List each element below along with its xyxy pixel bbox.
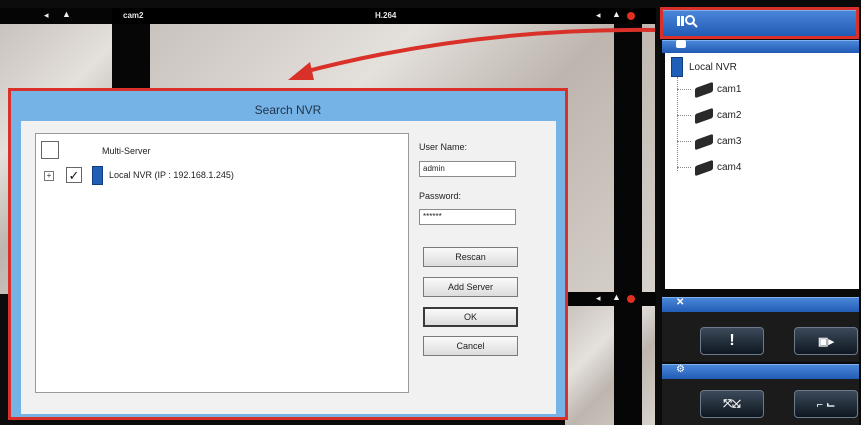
tree-item-label: cam2 — [717, 110, 742, 121]
tree-root-label: Local NVR — [689, 61, 737, 73]
tools-icon: ✕ — [676, 297, 685, 308]
camera-1-toolbar — [0, 8, 112, 24]
annotation-arrow — [288, 27, 656, 80]
cancel-button[interactable]: Cancel — [423, 336, 518, 356]
tree-header-icon — [676, 40, 686, 48]
zoom-out-button[interactable]: ⌐ ⌙ — [794, 390, 858, 418]
settings-icon: ⚙ — [676, 364, 685, 375]
multi-server-label: Multi-Server — [102, 146, 151, 156]
rescan-button[interactable]: Rescan — [423, 247, 518, 267]
search-icon[interactable] — [676, 13, 698, 29]
ok-button[interactable]: OK — [423, 307, 518, 327]
zoom-in-button[interactable]: ⤧⤩ — [700, 390, 764, 418]
tree-panel-header — [662, 40, 859, 53]
nvr-device-icon — [92, 166, 103, 185]
tree-item-cam2[interactable]: cam2 — [677, 107, 742, 124]
camera-4-toolbar — [560, 292, 656, 306]
user-name-field[interactable]: admin — [419, 161, 516, 177]
server-entry-label[interactable]: Local NVR (IP : 192.168.1.245) — [109, 170, 234, 180]
zoom-icon: ⤧⤩ — [723, 397, 741, 410]
record-indicator-icon — [627, 295, 635, 303]
alarm-panel-header — [662, 297, 859, 313]
add-server-button[interactable]: Add Server — [423, 277, 518, 297]
camera-divider — [614, 306, 642, 425]
camera-icon — [695, 159, 713, 176]
expand-toggle[interactable]: + — [44, 171, 54, 181]
server-checkbox[interactable]: ✓ — [66, 167, 82, 183]
device-tree-panel: Local NVR cam1 cam2 cam3 cam4 — [665, 53, 859, 289]
tree-root[interactable]: Local NVR — [671, 57, 737, 77]
camera-icon — [695, 133, 713, 150]
alert-icon[interactable]: ▲ — [62, 9, 71, 19]
alarm-button[interactable]: ! — [700, 327, 764, 355]
speaker-icon[interactable]: ◂ — [44, 10, 49, 21]
nvr-device-icon — [671, 57, 683, 77]
tree-item-label: cam3 — [717, 136, 742, 147]
alarm-icon: ! — [729, 332, 735, 349]
tree-item-label: cam1 — [717, 84, 742, 95]
password-label: Password: — [419, 191, 462, 201]
fit-icon: ⌐ ⌙ — [816, 398, 836, 411]
password-field[interactable]: ****** — [419, 209, 516, 225]
ptz-panel-header — [662, 364, 859, 380]
record-icon: ▣▸ — [818, 335, 834, 348]
camera-2-label: cam2 — [123, 11, 144, 20]
tree-item-label: cam4 — [717, 162, 742, 173]
speaker-icon[interactable]: ◂ — [596, 293, 601, 304]
record-button[interactable]: ▣▸ — [794, 327, 858, 355]
camera-icon — [695, 81, 713, 98]
right-panel: Local NVR cam1 cam2 cam3 cam4 ✕ ! ▣▸ ⚙ ⤧… — [660, 0, 861, 425]
tree-item-cam3[interactable]: cam3 — [677, 133, 742, 150]
alert-icon[interactable]: ▲ — [612, 292, 621, 302]
camera-icon — [695, 107, 713, 124]
dialog-title: Search NVR — [254, 103, 322, 117]
tree-item-cam4[interactable]: cam4 — [677, 159, 742, 176]
user-name-label: User Name: — [419, 142, 468, 152]
dialog-body: Multi-Server + ✓ Local NVR (IP : 192.168… — [21, 121, 556, 414]
multi-server-checkbox[interactable] — [41, 141, 59, 159]
server-list: Multi-Server + ✓ Local NVR (IP : 192.168… — [35, 133, 409, 393]
search-nvr-dialog: Search NVR Multi-Server + ✓ Local NVR (I… — [8, 88, 568, 420]
tree-item-cam1[interactable]: cam1 — [677, 81, 742, 98]
